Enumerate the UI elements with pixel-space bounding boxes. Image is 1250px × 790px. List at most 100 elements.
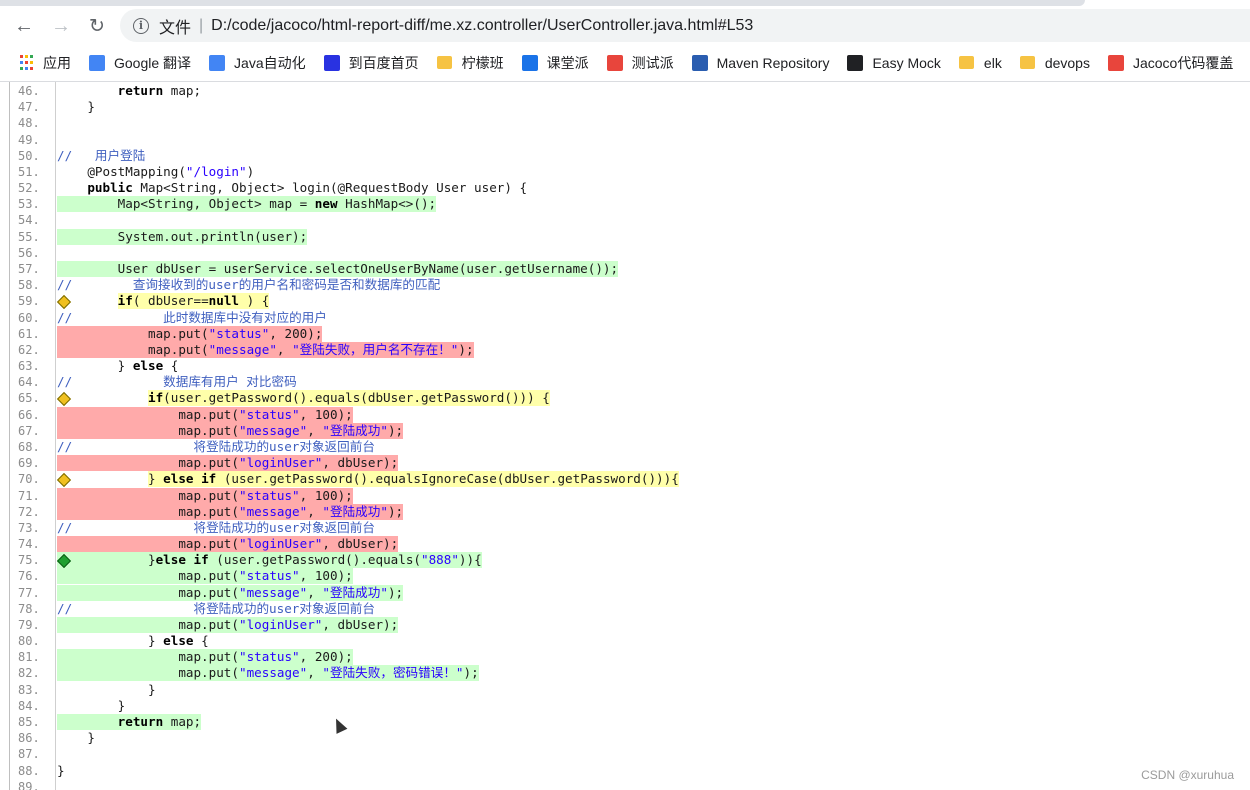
string-literal: "登陆成功" [322,503,388,519]
line-number[interactable]: 68. [18,439,46,455]
address-bar[interactable]: i 文件 | D:/code/jacoco/html-report-diff/m… [120,9,1250,42]
line-number[interactable]: 81. [18,649,46,665]
line-number[interactable]: 89. [18,779,46,790]
code-text: // 将登陆成功的user对象返回前台 [57,601,375,617]
source-line: 58. // 查询接收到的user的用户名和密码是否和数据库的匹配 [0,277,1250,293]
keyword: null [208,293,240,309]
bookmark-label: 到百度首页 [348,54,419,71]
line-number[interactable]: 54. [18,212,46,228]
line-number[interactable]: 82. [18,665,46,681]
code-text: @PostMapping("/login") [57,163,255,179]
line-number[interactable]: 50. [18,148,46,164]
bookmark-item[interactable]: 课堂派 [521,53,589,73]
line-number[interactable]: 47. [18,99,46,115]
active-tab-edge[interactable] [0,0,1085,6]
line-number[interactable]: 59. [18,293,46,309]
line-number[interactable]: 57. [18,261,46,277]
source-line: 52. public Map<String, Object> login(@Re… [0,180,1250,196]
line-number[interactable]: 87. [18,746,46,762]
bookmark-item[interactable]: Java自动化 [209,53,306,73]
line-number[interactable]: 53. [18,196,46,212]
line-number[interactable]: 60. [18,310,46,326]
line-number[interactable]: 80. [18,633,46,649]
string-literal: "888" [421,552,459,568]
info-icon[interactable]: i [133,17,149,34]
line-number[interactable]: 55. [18,229,46,245]
line-number[interactable]: 65. [18,390,46,406]
grid-dot [24,67,28,70]
line-number[interactable]: 77. [18,585,46,601]
bookmark-item[interactable]: Maven Repository [691,54,830,71]
line-number[interactable]: 71. [18,488,46,504]
line-number[interactable]: 74. [18,536,46,552]
code-text: // 此时数据库中没有对应的用户 [57,310,327,326]
bookmark-item[interactable]: elk [959,55,1002,71]
grid-dot [29,67,33,70]
reload-icon[interactable]: ↻ [83,12,111,40]
keyword: if [148,390,164,406]
apps-grid-icon [18,55,34,71]
line-number[interactable]: 48. [18,115,46,131]
source-line: 56. [0,245,1250,261]
line-number[interactable]: 63. [18,358,46,374]
line-number[interactable]: 75. [18,552,46,568]
bookmark-item[interactable]: 柠檬班 [437,53,504,73]
watermark: CSDN @xuruhua [1141,768,1234,782]
code-text: return map; [117,714,202,730]
line-number[interactable]: 88. [18,763,46,779]
string-literal: "登陆失败，密码错误！" [322,665,464,681]
bookmark-item[interactable]: Easy Mock [847,54,941,71]
line-number[interactable]: 51. [18,164,46,180]
line-number[interactable]: 76. [18,568,46,584]
string-literal: "status" [238,487,300,503]
line-number[interactable]: 64. [18,374,46,390]
line-number[interactable]: 67. [18,423,46,439]
line-number[interactable]: 79. [18,617,46,633]
source-line: 69. map.put("loginUser", dbUser); [0,455,1250,472]
line-number[interactable]: 86. [18,730,46,746]
line-number[interactable]: 84. [18,698,46,714]
line-number[interactable]: 62. [18,342,46,358]
source-line: 86. } [0,730,1250,746]
line-number[interactable]: 66. [18,407,46,423]
line-number[interactable]: 58. [18,277,46,293]
source-line: 50. // 用户登陆 [0,148,1250,164]
folder-icon [959,55,975,71]
bookmark-item[interactable]: 到百度首页 [323,53,419,73]
string-literal: "status" [238,568,300,584]
back-arrow-icon[interactable]: ← [10,12,38,40]
code-text: map.put("loginUser", dbUser); [57,616,399,632]
bookmark-item[interactable]: 测试派 [606,53,674,73]
bookmark-item[interactable]: Jacoco代码覆盖 [1107,53,1234,73]
line-number[interactable]: 46. [18,83,46,99]
line-number[interactable]: 56. [18,245,46,261]
code-text: Map<String, Object> map = new HashMap<>(… [57,196,437,212]
line-number[interactable]: 73. [18,520,46,536]
string-literal: "message" [238,422,308,438]
bookmark-label: Jacoco代码覆盖 [1132,54,1234,71]
comment-text: // 将登陆成功的user对象返回前台 [57,519,375,535]
bookmark-label: Java自动化 [234,54,306,71]
line-number[interactable]: 85. [18,714,46,730]
line-number[interactable]: 61. [18,326,46,342]
line-number[interactable]: 49. [18,132,46,148]
line-number[interactable]: 69. [18,455,46,471]
url-text[interactable]: D:/code/jacoco/html-report-diff/me.xz.co… [211,17,753,35]
bookmark-item[interactable]: 应用 [18,53,71,73]
source-line: 54. [0,212,1250,228]
code-text: // 用户登陆 [57,148,145,164]
line-number[interactable]: 78. [18,601,46,617]
code-text: } else { [57,633,209,649]
line-number[interactable]: 83. [18,682,46,698]
forward-arrow-icon[interactable]: → [47,12,75,40]
line-number[interactable]: 70. [18,471,46,487]
bookmark-item[interactable]: Google 翻译 [89,53,191,73]
easymock-icon [847,54,864,71]
bookmark-item[interactable]: devops [1020,55,1090,71]
source-line: 49. [0,132,1250,148]
bookmark-label: Maven Repository [716,54,830,71]
line-number[interactable]: 72. [18,504,46,520]
source-line: 61. map.put("status", 200); [0,325,1250,342]
line-number[interactable]: 52. [18,180,46,196]
string-literal: "status" [238,649,300,665]
